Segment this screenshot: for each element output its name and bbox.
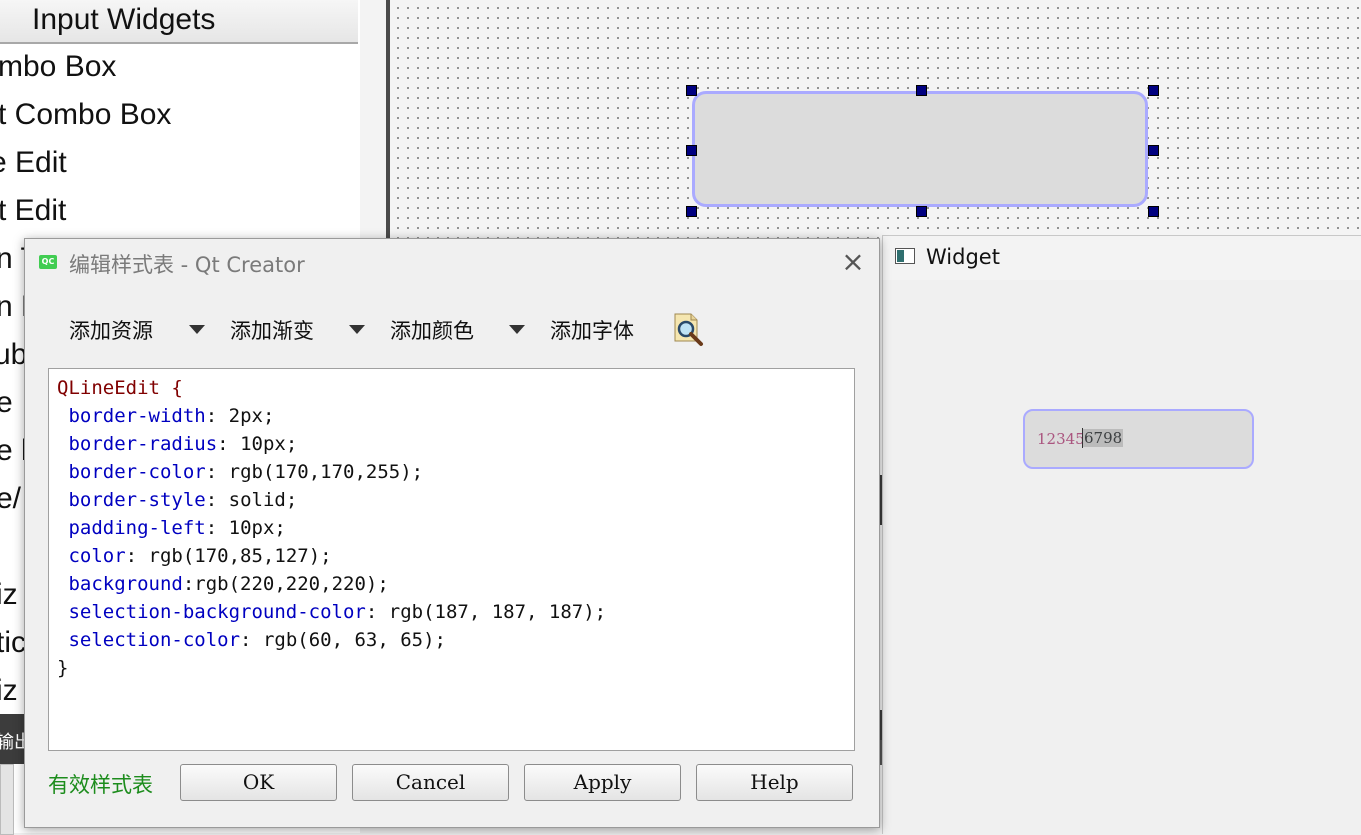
css-separator: : bbox=[365, 601, 389, 623]
dialog-title: 编辑样式表 - Qt Creator bbox=[69, 253, 305, 277]
css-value: 10px; bbox=[240, 433, 298, 455]
line-edit-text: 12345 bbox=[1037, 430, 1085, 448]
widget-box-category-header[interactable]: Input Widgets bbox=[0, 0, 358, 44]
preview-titlebar[interactable]: Widget bbox=[883, 236, 1361, 280]
add-color-button[interactable]: 添加颜色 bbox=[390, 315, 474, 347]
css-separator: : bbox=[205, 489, 229, 511]
widget-item-text-edit[interactable]: t Edit bbox=[0, 194, 66, 228]
css-value: 2px; bbox=[228, 405, 275, 427]
dialog-titlebar[interactable]: QC 编辑样式表 - Qt Creator × bbox=[25, 239, 879, 285]
css-separator: : bbox=[125, 545, 149, 567]
css-separator: : bbox=[205, 461, 229, 483]
side-tab[interactable] bbox=[0, 764, 14, 835]
widget-item-line-edit[interactable]: e Edit bbox=[0, 146, 67, 180]
widget-item-datetime-edit[interactable]: e/ bbox=[0, 482, 21, 516]
widget-item-vertical[interactable]: tic bbox=[0, 626, 26, 660]
css-value: rgb(187, 187, 187); bbox=[388, 601, 607, 623]
close-icon[interactable]: × bbox=[835, 247, 871, 277]
widget-item-font-combo-box[interactable]: t Combo Box bbox=[0, 98, 171, 132]
apply-button[interactable]: Apply bbox=[524, 764, 681, 801]
cancel-button[interactable]: Cancel bbox=[352, 764, 509, 801]
css-value: 10px; bbox=[228, 517, 286, 539]
css-separator: : bbox=[205, 517, 229, 539]
css-value: rgb(220,220,220); bbox=[194, 573, 389, 595]
widget-item-horizontal-2[interactable]: iz bbox=[0, 674, 18, 708]
add-gradient-button[interactable]: 添加渐变 bbox=[230, 315, 314, 347]
css-property: selection-background-color bbox=[68, 601, 366, 623]
preview-line-edit[interactable]: 12345 6798 bbox=[1023, 409, 1254, 469]
css-property: background bbox=[68, 573, 183, 595]
help-button[interactable]: Help bbox=[696, 764, 853, 801]
panel-splitter[interactable] bbox=[360, 0, 386, 240]
widget-item-time-edit[interactable]: e bbox=[0, 386, 13, 420]
form-design-canvas[interactable] bbox=[390, 0, 1361, 240]
magnifier-icon[interactable] bbox=[671, 311, 707, 349]
resize-handle-right[interactable] bbox=[1148, 145, 1159, 156]
widget-item-combo-box[interactable]: mbo Box bbox=[0, 50, 116, 84]
ok-button[interactable]: OK bbox=[180, 764, 337, 801]
resize-handle-bottom-right[interactable] bbox=[1148, 206, 1159, 217]
css-property: padding-left bbox=[68, 517, 206, 539]
stylesheet-text-editor[interactable]: QLineEdit { border-width: 2px; border-ra… bbox=[48, 368, 855, 751]
css-property: selection-color bbox=[68, 629, 241, 651]
add-resource-button[interactable]: 添加资源 bbox=[69, 315, 153, 347]
css-selector: QLineEdit bbox=[57, 377, 160, 399]
css-close-brace: } bbox=[57, 657, 69, 679]
resize-handle-bottom[interactable] bbox=[916, 206, 927, 217]
css-separator: : bbox=[205, 405, 229, 427]
widget-item-horizontal[interactable]: iz bbox=[0, 578, 18, 612]
preview-window-title: Widget bbox=[926, 245, 1000, 269]
css-separator: : bbox=[240, 629, 263, 651]
resize-handle-top-right[interactable] bbox=[1148, 85, 1159, 96]
stylesheet-valid-status: 有效样式表 bbox=[48, 773, 153, 797]
css-property: border-width bbox=[68, 405, 206, 427]
qt-creator-icon: QC bbox=[39, 255, 57, 269]
resize-handle-bottom-left[interactable] bbox=[686, 206, 697, 217]
designer-line-edit[interactable] bbox=[692, 91, 1148, 207]
resize-handle-top-left[interactable] bbox=[686, 85, 697, 96]
widget-preview-window: Widget 12345 6798 bbox=[882, 235, 1361, 834]
resize-handle-top[interactable] bbox=[916, 85, 927, 96]
category-title: Input Widgets bbox=[32, 3, 216, 36]
window-icon bbox=[895, 248, 915, 264]
css-value: rgb(170,85,127); bbox=[148, 545, 332, 567]
chevron-down-icon[interactable] bbox=[189, 325, 205, 334]
css-property: color bbox=[68, 545, 126, 567]
css-separator: : bbox=[182, 573, 195, 595]
chevron-down-icon[interactable] bbox=[509, 325, 525, 334]
chevron-down-icon[interactable] bbox=[349, 325, 365, 334]
text-caret bbox=[1082, 428, 1083, 448]
resize-handle-left[interactable] bbox=[686, 145, 697, 156]
css-property: border-radius bbox=[68, 433, 218, 455]
css-value: rgb(60, 63, 65); bbox=[262, 629, 446, 651]
css-value: solid; bbox=[228, 489, 298, 511]
css-property: border-style bbox=[68, 489, 206, 511]
css-open-brace: { bbox=[171, 377, 183, 399]
css-property: border-color bbox=[68, 461, 206, 483]
css-separator: : bbox=[217, 433, 241, 455]
css-value: rgb(170,170,255); bbox=[228, 461, 424, 483]
edit-stylesheet-dialog: QC 编辑样式表 - Qt Creator × 添加资源 添加渐变 添加颜色 添… bbox=[24, 238, 880, 828]
line-edit-selected-text: 6798 bbox=[1083, 429, 1124, 447]
add-font-button[interactable]: 添加字体 bbox=[550, 315, 634, 347]
